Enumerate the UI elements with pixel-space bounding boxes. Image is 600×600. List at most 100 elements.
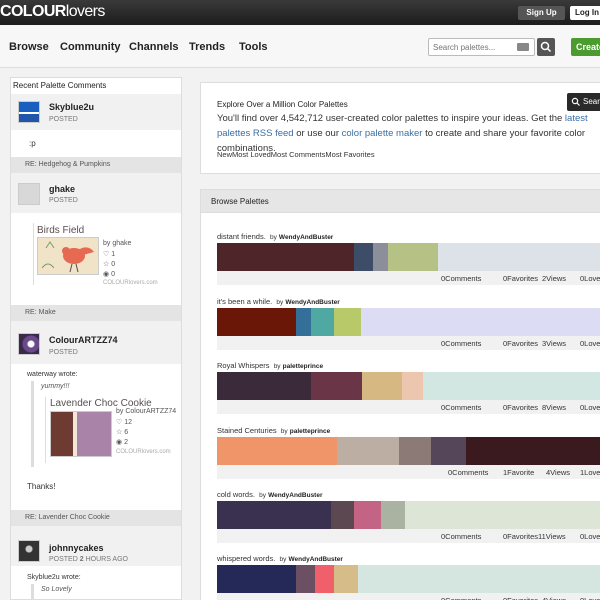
palette-swatch[interactable] (373, 243, 388, 271)
palette-name[interactable]: Royal Whispers (217, 361, 270, 370)
palette-favorites[interactable]: 1Favorite (503, 468, 534, 477)
palette-swatch[interactable] (358, 565, 600, 593)
palette-maker-link[interactable]: color palette maker (342, 128, 423, 139)
palette-swatch[interactable] (217, 437, 337, 465)
avatar[interactable] (18, 540, 40, 562)
palette-views[interactable]: 4Views (546, 468, 570, 477)
tab-most-comments[interactable]: Most Comments (271, 150, 326, 159)
card-author[interactable]: by ghake (103, 240, 131, 247)
search-button[interactable] (537, 38, 555, 56)
search-type-icon[interactable] (517, 43, 529, 51)
palette-swatch[interactable] (296, 565, 315, 593)
palette-swatch[interactable] (334, 565, 358, 593)
palette-title[interactable]: Stained Centuries by paletteprince (217, 426, 330, 435)
palette-swatch-bar[interactable] (217, 308, 600, 336)
palette-swatch[interactable] (354, 501, 381, 529)
avatar[interactable] (18, 333, 40, 355)
palette-favorites[interactable]: 0Favorites (503, 339, 538, 348)
palette-author[interactable]: WendyAndBuster (285, 299, 339, 306)
palette-name[interactable]: Stained Centuries (217, 426, 277, 435)
palette-swatch[interactable] (217, 372, 311, 400)
palette-views[interactable]: 8Views (542, 403, 566, 412)
palette-swatch[interactable] (337, 437, 399, 465)
palette-swatch-bar[interactable] (217, 501, 600, 529)
palette-comments[interactable]: 0Comments (441, 274, 481, 283)
palette-loves[interactable]: 1Love (580, 468, 600, 477)
palette-favorites[interactable]: 0Favorites (503, 274, 538, 283)
palette-swatch[interactable] (217, 308, 296, 336)
card-author[interactable]: by ColourARTZZ74 (116, 408, 176, 415)
palette-name[interactable]: cold words. (217, 490, 255, 499)
palette-comments[interactable]: 0Comments (441, 596, 481, 600)
palette-name[interactable]: distant friends. (217, 232, 266, 241)
palette-title[interactable]: Royal Whispers by paletteprince (217, 361, 323, 370)
nav-trends[interactable]: Trends (189, 41, 225, 53)
nav-browse[interactable]: Browse (9, 41, 49, 53)
palette-comments[interactable]: 0Comments (448, 468, 488, 477)
nav-channels[interactable]: Channels (129, 41, 179, 53)
palette-swatch[interactable] (296, 308, 311, 336)
palette-views[interactable]: 11Views (538, 532, 566, 541)
palette-title[interactable]: it's been a while. by WendyAndBuster (217, 297, 340, 306)
palette-favorites[interactable]: 0Favorites (503, 403, 538, 412)
palette-loves[interactable]: 0Loves (580, 403, 600, 412)
palette-swatch[interactable] (402, 372, 423, 400)
comment-user[interactable]: johnnycakes (49, 543, 104, 553)
palette-author[interactable]: paletteprince (283, 363, 323, 370)
palette-swatch[interactable] (217, 243, 354, 271)
palette-author[interactable]: WendyAndBuster (268, 492, 322, 499)
palette-swatch-bar[interactable] (217, 243, 600, 271)
nav-community[interactable]: Community (60, 41, 121, 53)
comment-user[interactable]: ghake (49, 184, 75, 194)
palette-swatch[interactable] (217, 565, 296, 593)
palette-title[interactable]: cold words. by WendyAndBuster (217, 490, 323, 499)
comment-reply-link[interactable]: RE: Make (11, 305, 181, 321)
comment-reply-link[interactable]: RE: Hedgehog & Pumpkins (11, 157, 181, 173)
palette-search-button[interactable]: Sear (567, 93, 600, 111)
palette-swatch[interactable] (438, 243, 600, 271)
palette-swatch[interactable] (331, 501, 354, 529)
card-title[interactable]: Birds Field (37, 225, 84, 236)
palette-name[interactable]: whispered words. (217, 554, 275, 563)
palette-swatch[interactable] (431, 437, 466, 465)
palette-swatch-bar[interactable] (217, 565, 600, 593)
palette-author[interactable]: WendyAndBuster (289, 556, 343, 563)
tab-new[interactable]: New (217, 150, 232, 159)
palette-swatch[interactable] (311, 308, 334, 336)
palette-loves[interactable]: 0Loves (580, 596, 600, 600)
palette-swatch[interactable] (466, 437, 600, 465)
palette-loves[interactable]: 0Loves (580, 274, 600, 283)
palette-swatch[interactable] (399, 437, 431, 465)
search-input[interactable] (429, 39, 509, 55)
palette-swatch[interactable] (405, 501, 600, 529)
palette-swatch[interactable] (381, 501, 405, 529)
palette-loves[interactable]: 0Loves (580, 532, 600, 541)
avatar[interactable] (18, 183, 40, 205)
log-in-button[interactable]: Log In (570, 6, 600, 20)
palette-swatch[interactable] (423, 372, 600, 400)
palette-swatch-bar[interactable] (217, 437, 600, 465)
avatar[interactable] (18, 101, 40, 123)
palette-name[interactable]: it's been a while. (217, 297, 272, 306)
palette-title[interactable]: distant friends. by WendyAndBuster (217, 232, 333, 241)
palette-swatch[interactable] (217, 501, 331, 529)
palette-thumbnail[interactable] (50, 411, 112, 457)
palette-card[interactable]: Birds Field by ghake ♡ 1 ☆ 0 ◉ 0 COLOURl… (33, 223, 175, 286)
palette-swatch[interactable] (315, 565, 334, 593)
palette-views[interactable]: 3Views (542, 339, 566, 348)
palette-comments[interactable]: 0Comments (441, 403, 481, 412)
palette-swatch[interactable] (361, 308, 600, 336)
palette-swatch-bar[interactable] (217, 372, 600, 400)
palette-swatch[interactable] (334, 308, 361, 336)
palette-swatch[interactable] (388, 243, 438, 271)
tab-most-favorites[interactable]: Most Favorites (325, 150, 374, 159)
comment-user[interactable]: ColourARTZZ74 (49, 335, 118, 345)
comment-reply-link[interactable]: RE: Lavender Choc Cookie (11, 510, 181, 526)
palette-comments[interactable]: 0Comments (441, 339, 481, 348)
sign-up-button[interactable]: Sign Up (518, 6, 565, 20)
palette-swatch[interactable] (362, 372, 402, 400)
create-button[interactable]: Create (571, 38, 600, 56)
tab-most-loved[interactable]: Most Loved (232, 150, 271, 159)
palette-swatch[interactable] (311, 372, 362, 400)
palette-views[interactable]: 2Views (542, 274, 566, 283)
